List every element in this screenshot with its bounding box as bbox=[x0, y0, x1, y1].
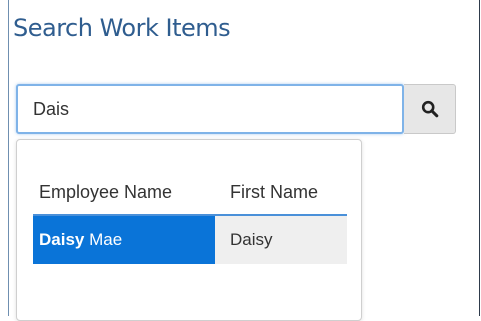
column-header-first-name: First Name bbox=[230, 181, 319, 202]
search-input[interactable] bbox=[16, 84, 404, 134]
column-header-employee-name: Employee Name bbox=[39, 181, 173, 202]
search-button[interactable] bbox=[404, 84, 456, 134]
search-bar bbox=[16, 84, 456, 134]
remaining-text: Mae bbox=[84, 230, 123, 249]
window-left-border bbox=[8, 0, 9, 316]
matched-text: Daisy bbox=[39, 230, 85, 249]
results-table: Employee Name First Name Daisy Mae Daisy bbox=[33, 170, 347, 264]
search-icon bbox=[421, 100, 438, 118]
results-header-row: Employee Name First Name bbox=[33, 170, 347, 216]
result-row[interactable]: Daisy Mae Daisy bbox=[33, 216, 347, 264]
first-name-cell: Daisy bbox=[215, 216, 347, 264]
autocomplete-dropdown: Employee Name First Name Daisy Mae Daisy bbox=[16, 139, 362, 321]
page-title: Search Work Items bbox=[13, 14, 231, 42]
employee-name-cell: Daisy Mae bbox=[33, 216, 215, 264]
window-right-border bbox=[479, 0, 480, 316]
